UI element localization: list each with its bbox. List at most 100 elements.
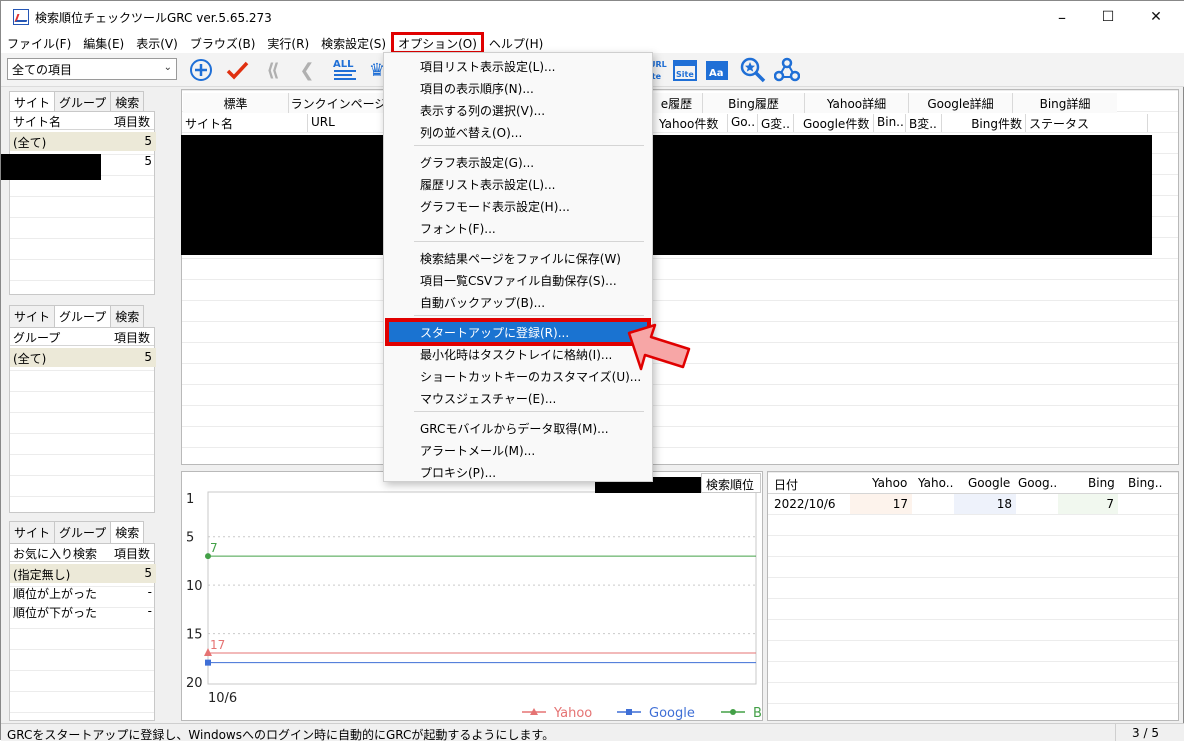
status-message: GRCをスタートアップに登録し、Windowsへのログイン時に自動的にGRCが起… [7,728,555,742]
y-tick-label: 20 [186,676,203,691]
menu-bar: ファイル(F) 編集(E) 表示(V) ブラウズ(B) 実行(R) 検索設定(S… [1,32,1184,54]
menu-item-column-sort[interactable]: 列の並べ替え(O)... [420,124,522,141]
tab-rankin-page[interactable]: ランクインページ [289,93,389,113]
menu-item-save-results[interactable]: 検索結果ページをファイルに保存(W) [420,250,621,267]
list-item[interactable]: (全て) 5 [10,132,156,151]
menu-view[interactable]: 表示(V) [130,33,184,53]
menu-edit[interactable]: 編集(E) [77,33,130,53]
menu-item-proxy[interactable]: プロキシ(P)... [420,464,496,481]
menu-item-auto-backup[interactable]: 自動バックアップ(B)... [420,294,545,311]
menu-item-mouse-gesture[interactable]: マウスジェスチャー(E)... [420,390,556,407]
check-icon[interactable] [223,57,251,83]
menu-item-graph-mode[interactable]: グラフモード表示設定(H)... [420,198,570,215]
col-date[interactable]: 日付 [774,476,798,493]
tab-standard[interactable]: 標準 [183,93,289,113]
menu-item-shortcut-keys[interactable]: ショートカットキーのカスタマイズ(U)... [420,368,641,385]
search-star-icon[interactable] [739,57,767,83]
tab-search[interactable]: 検索 [110,521,145,543]
list-item[interactable]: 順位が下がった - [10,602,156,621]
col-favorite-search[interactable]: お気に入り検索 [13,545,97,562]
tab-search[interactable]: 検索 [110,91,145,113]
legend-label-yahoo: Yahoo [553,706,592,720]
menu-item-csv-autosave[interactable]: 項目一覧CSVファイル自動保存(S)... [420,272,617,289]
menu-item-register-startup[interactable]: スタートアップに登録(R)... [420,324,569,341]
col-url[interactable]: URL [308,114,384,132]
tab-site[interactable]: サイト [9,305,56,327]
col-yahoo-change[interactable]: Yaho.. [918,476,953,490]
tab-google-detail[interactable]: Google詳細 [909,93,1013,113]
options-menu: 項目リスト表示設定(L)... 項目の表示順序(N)... 表示する列の選択(V… [383,52,653,482]
menu-search-settings[interactable]: 検索設定(S) [315,33,392,53]
col-google-count[interactable]: Google件数 [800,114,874,132]
redacted-block [653,135,1152,255]
maximize-button[interactable]: ☐ [1085,1,1131,33]
page-indicator: 3 / 5 [1115,724,1175,741]
legend-marker-bing [730,709,736,715]
col-site-name[interactable]: サイト名 [13,113,61,130]
menu-file[interactable]: ファイル(F) [1,33,77,53]
menu-item-graph-display[interactable]: グラフ表示設定(G)... [420,154,534,171]
col-google-change[interactable]: Goog.. [1018,476,1057,490]
tab-search[interactable]: 検索 [110,305,145,327]
close-button[interactable]: ✕ [1133,1,1179,33]
tab-history[interactable]: e履歴 [651,93,703,113]
menu-separator [414,315,644,316]
list-item[interactable]: 順位が上がった - [10,583,156,602]
menu-item-column-select[interactable]: 表示する列の選択(V)... [420,102,545,119]
y-tick-label: 1 [186,492,194,507]
col-google-rank[interactable]: Go.. [728,114,758,132]
tab-bing-history[interactable]: Bing履歴 [703,93,805,113]
tab-site[interactable]: サイト [9,521,56,543]
col-bing-rank[interactable]: Bin.. [874,114,906,132]
menu-item-minimize-tray[interactable]: 最小化時はタスクトレイに格納(I)... [420,346,612,363]
menu-item-display-order[interactable]: 項目の表示順序(N)... [420,80,534,97]
tab-site[interactable]: サイト [9,91,56,113]
list-item[interactable]: (指定無し) 5 [10,564,156,583]
legend-label-bing: Bing [753,706,762,720]
menu-item-history-list[interactable]: 履歴リスト表示設定(L)... [420,176,556,193]
table-row[interactable]: 2022/10/6 17 18 7 [768,494,1178,514]
site-icon[interactable]: Site [671,57,699,83]
add-icon[interactable] [187,57,215,83]
first-page-icon[interactable]: ⟪ [259,57,287,83]
menu-run[interactable]: 実行(R) [261,33,315,53]
tab-bing-detail[interactable]: Bing詳細 [1013,93,1117,113]
tab-group[interactable]: グループ [54,521,112,543]
col-google[interactable]: Google [968,476,1010,490]
menu-item-grc-mobile[interactable]: GRCモバイルからデータ取得(M)... [420,420,609,437]
col-item-count[interactable]: 項目数 [114,113,150,130]
item-filter-value: 全ての項目 [12,63,73,77]
col-bing[interactable]: Bing [1088,476,1115,490]
data-label-yahoo: 17 [210,638,225,652]
tab-group[interactable]: グループ [54,91,112,113]
menu-options[interactable]: オプション(O) [391,32,484,54]
item-filter-select[interactable]: 全ての項目 ⌄ [7,58,177,80]
col-item-count[interactable]: 項目数 [114,329,150,346]
col-item-count[interactable]: 項目数 [114,545,150,562]
col-bing-change[interactable]: Bing.. [1128,476,1162,490]
menu-item-font[interactable]: フォント(F)... [420,220,496,237]
col-yahoo-count[interactable]: Yahoo件数 [656,114,728,132]
col-google-change[interactable]: G変.. [758,114,794,132]
network-icon[interactable] [773,57,801,83]
col-status[interactable]: ステータス [1026,114,1148,132]
col-group[interactable]: グループ [13,329,60,346]
font-icon[interactable]: Aa [703,57,731,83]
minimize-button[interactable]: – [1039,1,1085,33]
favorite-name: 順位が下がった [13,606,98,620]
col-bing-count[interactable]: Bing件数 [942,114,1026,132]
all-list-icon[interactable]: ALL [331,57,359,83]
svg-text:Site: Site [676,70,694,79]
col-bing-change[interactable]: B変.. [906,114,942,132]
menu-item-list-display[interactable]: 項目リスト表示設定(L)... [420,58,556,75]
col-site-name[interactable]: サイト名 [182,114,308,132]
menu-item-alert-mail[interactable]: アラートメール(M)... [420,442,535,459]
menu-browse[interactable]: ブラウズ(B) [184,33,262,53]
col-yahoo[interactable]: Yahoo [872,476,907,490]
list-item[interactable]: (全て) 5 [10,348,156,367]
tab-group[interactable]: グループ [54,305,112,327]
menu-help[interactable]: ヘルプ(H) [483,33,549,53]
tab-yahoo-detail[interactable]: Yahoo詳細 [805,93,909,113]
legend-label-google: Google [649,706,695,720]
prev-page-icon[interactable]: ❮ [293,57,321,83]
